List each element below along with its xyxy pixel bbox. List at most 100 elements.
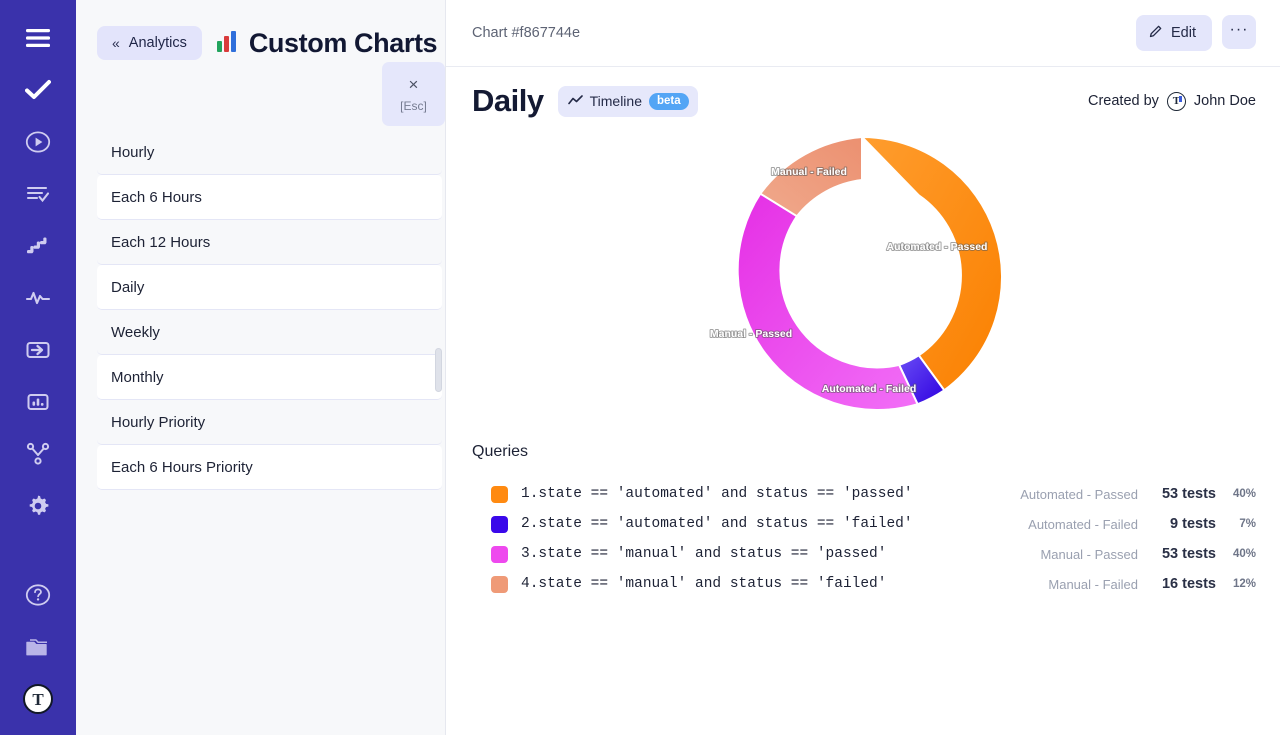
help-circle-icon[interactable] bbox=[0, 569, 76, 621]
chart-toolbar: Chart #f867744e Edit ··· bbox=[446, 0, 1280, 67]
query-row[interactable]: 1. state == 'automated' and status == 'p… bbox=[472, 479, 1256, 509]
panel-header: « Analytics Custom Charts bbox=[76, 0, 445, 66]
donut-label-automated-failed: Automated - Failed bbox=[822, 383, 917, 395]
query-test-count: 53 tests bbox=[1138, 546, 1216, 562]
menu-icon[interactable] bbox=[0, 12, 76, 64]
query-color-swatch bbox=[491, 516, 508, 533]
query-index: 3. bbox=[521, 546, 538, 562]
list-item-label: Monthly bbox=[111, 369, 164, 386]
back-button-label: Analytics bbox=[129, 35, 187, 51]
activity-pulse-icon[interactable] bbox=[0, 272, 76, 324]
query-percent: 12% bbox=[1216, 578, 1256, 590]
list-item-each-6-hours[interactable]: Each 6 Hours bbox=[97, 175, 442, 220]
list-item-label: Hourly bbox=[111, 144, 154, 161]
share-nodes-icon[interactable] bbox=[0, 428, 76, 480]
list-item-hourly-priority[interactable]: Hourly Priority bbox=[97, 400, 442, 445]
list-item-each-6-hours-priority[interactable]: Each 6 Hours Priority bbox=[97, 445, 442, 490]
query-percent: 7% bbox=[1216, 518, 1256, 530]
edit-button-label: Edit bbox=[1171, 25, 1196, 41]
query-expression: state == 'automated' and status == 'pass… bbox=[538, 486, 912, 502]
avatar-accent-mark bbox=[1179, 96, 1182, 102]
query-color-swatch bbox=[491, 486, 508, 503]
steps-icon[interactable] bbox=[0, 220, 76, 272]
folder-icon[interactable] bbox=[0, 621, 76, 673]
page-title-text: Custom Charts bbox=[249, 28, 437, 59]
list-check-icon[interactable] bbox=[0, 168, 76, 220]
user-avatar[interactable]: T bbox=[0, 673, 76, 725]
query-index: 4. bbox=[521, 576, 538, 592]
import-arrow-icon[interactable] bbox=[0, 324, 76, 376]
donut-slice-automated-passed[interactable] bbox=[862, 137, 1002, 390]
query-expression: state == 'manual' and status == 'failed' bbox=[538, 576, 886, 592]
bar-chart-emoji-icon bbox=[216, 32, 240, 54]
donut-chart: Automated - Passed Automated - Failed Ma… bbox=[446, 127, 1280, 427]
query-test-count: 9 tests bbox=[1138, 516, 1216, 532]
close-panel-button[interactable]: × [Esc] bbox=[382, 62, 445, 126]
query-series-name: Manual - Failed bbox=[963, 577, 1138, 592]
query-expression: state == 'manual' and status == 'passed' bbox=[538, 546, 886, 562]
created-by-label: Created by bbox=[1088, 93, 1159, 109]
bar-chart-icon[interactable] bbox=[0, 376, 76, 428]
chart-title-row: Daily Timeline beta Created by T John Do… bbox=[446, 67, 1280, 119]
query-percent: 40% bbox=[1216, 548, 1256, 560]
avatar: T bbox=[23, 684, 53, 714]
query-series-name: Manual - Passed bbox=[963, 547, 1138, 562]
play-circle-icon[interactable] bbox=[0, 116, 76, 168]
chart-id-label: Chart #f867744e bbox=[472, 25, 580, 41]
list-item-label: Each 6 Hours Priority bbox=[111, 459, 253, 476]
rail-icon-group bbox=[0, 0, 76, 532]
created-by: Created by T John Doe bbox=[1088, 92, 1256, 111]
ellipsis-icon: ··· bbox=[1230, 21, 1249, 39]
donut-chart-svg: Automated - Passed Automated - Failed Ma… bbox=[692, 127, 1032, 427]
check-icon[interactable] bbox=[0, 64, 76, 116]
chart-title: Daily bbox=[472, 83, 544, 119]
query-expression: state == 'automated' and status == 'fail… bbox=[538, 516, 912, 532]
list-item-daily[interactable]: Daily bbox=[97, 265, 442, 310]
list-item-label: Hourly Priority bbox=[111, 414, 205, 431]
query-color-swatch bbox=[491, 546, 508, 563]
line-chart-icon bbox=[568, 93, 583, 109]
close-icon: × bbox=[409, 76, 419, 93]
query-test-count: 16 tests bbox=[1138, 576, 1216, 592]
list-item-label: Daily bbox=[111, 279, 144, 296]
more-options-button[interactable]: ··· bbox=[1222, 15, 1256, 49]
created-by-user: John Doe bbox=[1194, 93, 1256, 109]
timeline-label: Timeline bbox=[590, 93, 642, 109]
panel-scrollbar-thumb[interactable] bbox=[435, 348, 442, 392]
created-by-avatar: T bbox=[1167, 92, 1186, 111]
queries-section: Queries 1. state == 'automated' and stat… bbox=[446, 427, 1280, 599]
chart-title-group: Daily Timeline beta bbox=[472, 83, 698, 119]
donut-slice-manual-passed[interactable] bbox=[738, 194, 918, 410]
query-row[interactable]: 4. state == 'manual' and status == 'fail… bbox=[472, 569, 1256, 599]
query-index: 2. bbox=[521, 516, 538, 532]
rail-bottom-group: T bbox=[0, 569, 76, 725]
main-content: Chart #f867744e Edit ··· Daily bbox=[446, 0, 1280, 735]
back-to-analytics-button[interactable]: « Analytics bbox=[97, 26, 202, 60]
timeline-toggle[interactable]: Timeline beta bbox=[558, 86, 698, 117]
beta-badge: beta bbox=[649, 93, 689, 110]
app-root: T « Analytics Custom Charts × [Esc] bbox=[0, 0, 1280, 735]
left-icon-rail: T bbox=[0, 0, 76, 735]
list-item-monthly[interactable]: Monthly bbox=[97, 355, 442, 400]
chart-list: Hourly Each 6 Hours Each 12 Hours Daily … bbox=[97, 130, 442, 490]
list-item-label: Each 12 Hours bbox=[111, 234, 210, 251]
query-test-count: 53 tests bbox=[1138, 486, 1216, 502]
edit-button[interactable]: Edit bbox=[1136, 15, 1212, 51]
query-row[interactable]: 3. state == 'manual' and status == 'pass… bbox=[472, 539, 1256, 569]
close-shortcut-hint: [Esc] bbox=[400, 99, 427, 113]
avatar-initial: T bbox=[32, 691, 43, 708]
list-item-each-12-hours[interactable]: Each 12 Hours bbox=[97, 220, 442, 265]
query-percent: 40% bbox=[1216, 488, 1256, 500]
donut-label-manual-passed: Manual - Passed bbox=[710, 328, 792, 340]
gear-icon[interactable] bbox=[0, 480, 76, 532]
page-title: Custom Charts bbox=[216, 28, 437, 59]
query-series-name: Automated - Failed bbox=[963, 517, 1138, 532]
list-item-hourly[interactable]: Hourly bbox=[97, 130, 442, 175]
pencil-icon bbox=[1149, 24, 1163, 42]
list-item-label: Each 6 Hours bbox=[111, 189, 202, 206]
query-row[interactable]: 2. state == 'automated' and status == 'f… bbox=[472, 509, 1256, 539]
queries-heading: Queries bbox=[472, 443, 1256, 461]
list-item-weekly[interactable]: Weekly bbox=[97, 310, 442, 355]
query-color-swatch bbox=[491, 576, 508, 593]
donut-label-manual-failed: Manual - Failed bbox=[771, 166, 847, 178]
